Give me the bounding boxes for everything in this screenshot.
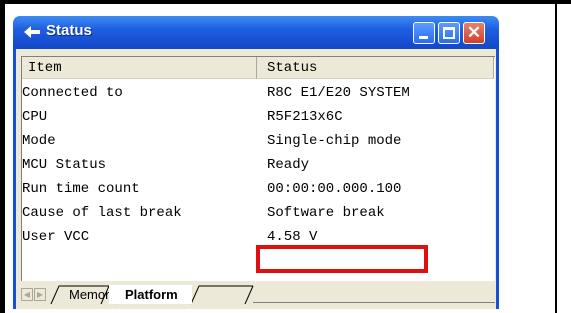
- row-status: Single-chip mode: [267, 133, 402, 149]
- maximize-icon: [443, 27, 455, 39]
- row-status: 00:00:00.000.100: [267, 181, 402, 197]
- table-row[interactable]: Connected to R8C E1/E20 SYSTEM: [22, 81, 494, 105]
- row-item: Run time count: [22, 181, 140, 197]
- close-icon: ✕: [466, 23, 482, 42]
- window-body: Item Status Connected to R8C E1/E20 SYST…: [13, 49, 499, 309]
- minimize-button[interactable]: [413, 22, 435, 44]
- row-status: R8C E1/E20 SYSTEM: [267, 85, 410, 101]
- list-header: Item Status: [22, 57, 494, 79]
- row-item: User VCC: [22, 229, 90, 245]
- row-status: Ready: [267, 157, 310, 173]
- table-row[interactable]: Mode Single-chip mode: [22, 129, 494, 153]
- maximize-button[interactable]: [438, 22, 460, 44]
- document-frame-top: [0, 0, 571, 4]
- minimize-icon: [419, 36, 428, 39]
- row-item: MCU Status: [22, 157, 107, 173]
- row-item: Cause of last break: [22, 205, 182, 221]
- tab-baseline: [253, 302, 495, 303]
- close-button[interactable]: ✕: [463, 22, 485, 44]
- column-header-status[interactable]: Status: [257, 57, 494, 79]
- table-row[interactable]: MCU Status Ready: [22, 153, 494, 177]
- document-frame-left: [0, 4, 5, 313]
- tab-bar: ◀ ▶ Memory Platform: [21, 285, 495, 305]
- status-list[interactable]: Item Status Connected to R8C E1/E20 SYST…: [21, 56, 495, 281]
- highlight-box: [256, 245, 428, 273]
- row-item: Connected to: [22, 85, 123, 101]
- arrow-icon: [24, 26, 40, 38]
- tab-platform[interactable]: Platform: [109, 285, 192, 304]
- table-row[interactable]: CPU R5F213x6C: [22, 105, 494, 129]
- title-bar[interactable]: Status ✕: [13, 16, 499, 49]
- document-frame-right: [555, 4, 557, 313]
- table-row[interactable]: Run time count 00:00:00.000.100: [22, 177, 494, 201]
- row-item: Mode: [22, 133, 56, 149]
- status-window: Status ✕ Item Status Connected to R8C E1…: [13, 16, 499, 309]
- column-header-item[interactable]: Item: [22, 57, 257, 79]
- table-row[interactable]: Cause of last break Software break: [22, 201, 494, 225]
- row-status: R5F213x6C: [267, 109, 343, 125]
- row-status: Software break: [267, 205, 385, 221]
- window-title: Status: [46, 22, 92, 39]
- row-item: CPU: [22, 109, 48, 125]
